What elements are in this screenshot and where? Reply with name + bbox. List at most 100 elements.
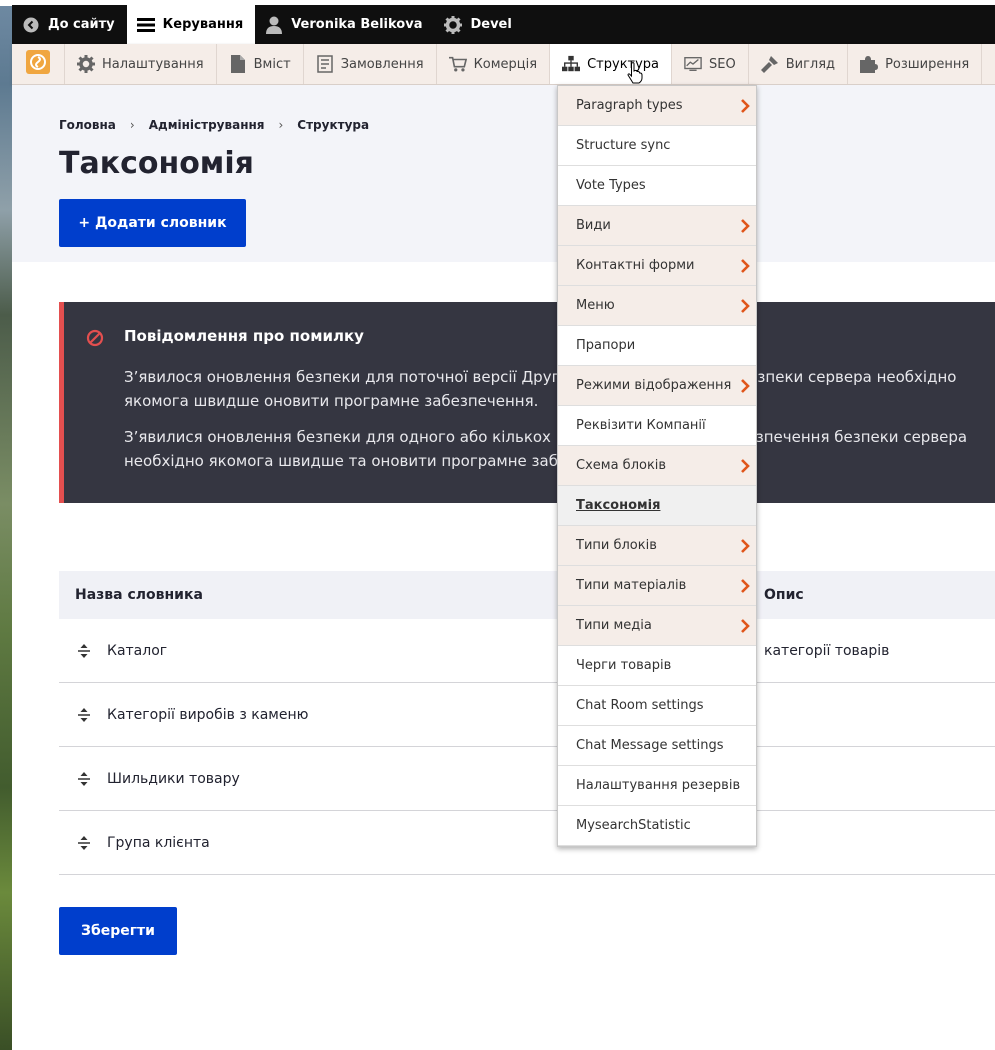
dropdown-menu-item[interactable]: Chat Room settings [558,686,756,726]
manage-tab[interactable]: Керування [126,5,256,44]
tray-item-settings[interactable]: Налаштування [65,44,217,84]
dropdown-menu-item[interactable]: Structure sync [558,126,756,166]
tray-item-orders[interactable]: Замовлення [304,44,437,84]
tray-item-extend[interactable]: Розширення [848,44,983,84]
brush-icon [760,55,779,73]
chevron-right-icon [740,538,750,554]
dropdown-menu-item[interactable]: MysearchStatistic [558,806,756,846]
user-icon [265,16,283,34]
vocabulary-description: категорії товарів [764,642,890,659]
dropdown-menu-item-label: Типи матеріалів [576,578,687,593]
drag-handle-icon[interactable] [59,771,107,787]
dropdown-menu-item-label: Paragraph types [576,98,683,113]
dropdown-menu-item[interactable]: Реквізити Компанії [558,406,756,446]
chevron-right-icon [740,378,750,394]
breadcrumb-structure-link[interactable]: Структура [297,118,369,132]
breadcrumb-separator: › [129,118,135,132]
dropdown-menu-item-label: Види [576,218,611,233]
breadcrumb-home-link[interactable]: Головна [59,118,116,132]
dropdown-menu-item-label: MysearchStatistic [576,818,691,833]
gear-icon [77,55,95,73]
dropdown-menu-item-label: Прапори [576,338,636,353]
tray-item-label: Вигляд [785,56,836,72]
dropdown-menu-item-label: Типи медіа [576,618,652,633]
dropdown-menu-item-label: Контактні форми [576,258,695,273]
dropdown-menu-item-label: Vote Types [576,178,646,193]
breadcrumb-separator: › [278,118,284,132]
user-label: Veronika Belikova [291,17,423,32]
dropdown-menu-item[interactable]: Види [558,206,756,246]
dropdown-menu-item-label: Схема блоків [576,458,667,473]
error-title: Повідомлення про помилку [124,327,364,345]
drag-handle-icon[interactable] [59,835,107,851]
dropdown-menu-item-label: Меню [576,298,615,313]
dropdown-menu-item[interactable]: Черги товарів [558,646,756,686]
orders-icon [316,55,334,73]
home-logo-link[interactable] [12,44,65,84]
dropdown-menu-item[interactable]: Vote Types [558,166,756,206]
manage-label: Керування [162,17,244,32]
table-row: Категорії виробів з каменю [59,683,995,747]
tray-item-label: SEO [709,56,736,72]
vocabulary-table: Назва словника Опис Каталог категорії то… [59,571,995,875]
admin-menu-tray: Налаштування Вміст Замовлення Комерція С… [12,44,995,85]
chevron-right-icon [740,98,750,114]
chart-icon [684,55,702,73]
tray-item-label: Розширення [885,56,970,72]
table-row: Каталог категорії товарів [59,619,995,683]
drag-handle-icon[interactable] [59,643,107,659]
chevron-right-icon [740,258,750,274]
tray-item-commerce[interactable]: Комерція [437,44,551,84]
dropdown-menu-item[interactable]: Типи блоків [558,526,756,566]
dropdown-menu-item[interactable]: Chat Message settings [558,726,756,766]
dropdown-menu-item-label: Chat Message settings [576,738,724,753]
devel-tab[interactable]: Devel [434,5,523,44]
background-image [0,0,12,1050]
admin-toolbar: До сайту Керування Veronika Belikova Dev… [12,5,995,44]
dropdown-menu-item-label: Режими відображення [576,378,732,393]
back-to-site-link[interactable]: До сайту [12,5,127,44]
tray-item-seo[interactable]: SEO [672,44,749,84]
save-button[interactable]: Зберегти [59,907,177,955]
user-tab[interactable]: Veronika Belikova [255,5,434,44]
tray-item-structure[interactable]: Структура [550,44,673,84]
dropdown-menu-item[interactable]: Контактні форми [558,246,756,286]
dropdown-menu-item-label: Таксономія [576,498,661,513]
structure-dropdown-menu: Paragraph types Structure sync Vote Types В… [557,85,757,847]
dropdown-menu-item[interactable]: Типи матеріалів [558,566,756,606]
gear-icon [444,15,463,34]
page-title: Таксономія [59,146,254,181]
error-icon [86,329,104,347]
dropdown-menu-item[interactable]: Меню [558,286,756,326]
dropdown-menu-item[interactable]: Налаштування резервів [558,766,756,806]
drag-handle-icon[interactable] [59,707,107,723]
tray-item-content[interactable]: Вміст [217,44,304,84]
add-vocabulary-button[interactable]: + Додати словник [59,199,246,247]
chevron-right-icon [740,578,750,594]
puzzle-icon [860,55,879,73]
table-header: Назва словника Опис [59,571,995,619]
tray-item-label: Комерція [473,56,538,72]
chevron-right-icon [740,298,750,314]
table-row: Група клієнта [59,811,995,875]
structure-icon [562,55,581,73]
breadcrumb: Головна › Адміністрування › Структура [59,118,369,132]
dropdown-menu-item[interactable]: Режими відображення [558,366,756,406]
tray-item-label: Вміст [253,56,291,72]
dropdown-menu-item-label: Chat Room settings [576,698,704,713]
breadcrumb-admin-link[interactable]: Адміністрування [149,118,265,132]
dropdown-menu-item[interactable]: Прапори [558,326,756,366]
chevron-right-icon [740,458,750,474]
tray-item-appearance[interactable]: Вигляд [749,44,849,84]
devel-label: Devel [470,17,512,32]
dropdown-menu-item[interactable]: Paragraph types [558,86,756,126]
dropdown-menu-item[interactable]: Таксономія [558,486,756,526]
dropdown-menu-item[interactable]: Типи медіа [558,606,756,646]
cart-icon [448,55,467,73]
hand-cursor-icon [627,62,643,88]
dropdown-menu-item[interactable]: Схема блоків [558,446,756,486]
drupal-logo-icon [26,50,50,78]
chevron-right-icon [740,218,750,234]
dropdown-menu-item-label: Налаштування резервів [576,778,741,793]
tray-item-label: Замовлення [340,56,424,72]
